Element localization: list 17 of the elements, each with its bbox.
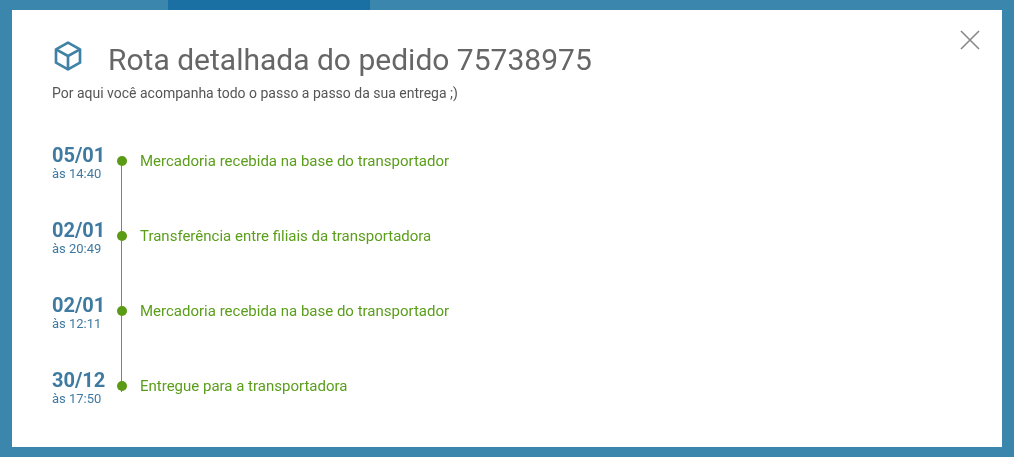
event-description: Transferência entre filiais da transportadora xyxy=(140,226,432,247)
modal-subtitle: Por aqui você acompanha todo o passo a passo da sua entrega ;) xyxy=(52,84,459,104)
event-time: às 17:50 xyxy=(52,391,103,407)
event-date: 02/01 xyxy=(52,294,107,316)
event-description: Mercadoria recebida na base do transportador xyxy=(140,301,450,322)
close-icon xyxy=(960,30,980,50)
box-icon xyxy=(52,40,84,72)
close-button[interactable] xyxy=(958,28,982,52)
modal-title: Rota detalhada do pedido 75738975 xyxy=(108,41,592,79)
event-date: 02/01 xyxy=(52,219,107,241)
event-time: às 12:11 xyxy=(52,316,103,332)
event-description: Entregue para a transportadora xyxy=(140,376,348,397)
event-time: às 14:40 xyxy=(52,166,103,182)
event-date: 30/12 xyxy=(52,369,107,391)
event-date: 05/01 xyxy=(52,144,107,166)
event-description: Mercadoria recebida na base do transportador xyxy=(140,151,450,172)
event-time: às 20:49 xyxy=(52,241,103,257)
